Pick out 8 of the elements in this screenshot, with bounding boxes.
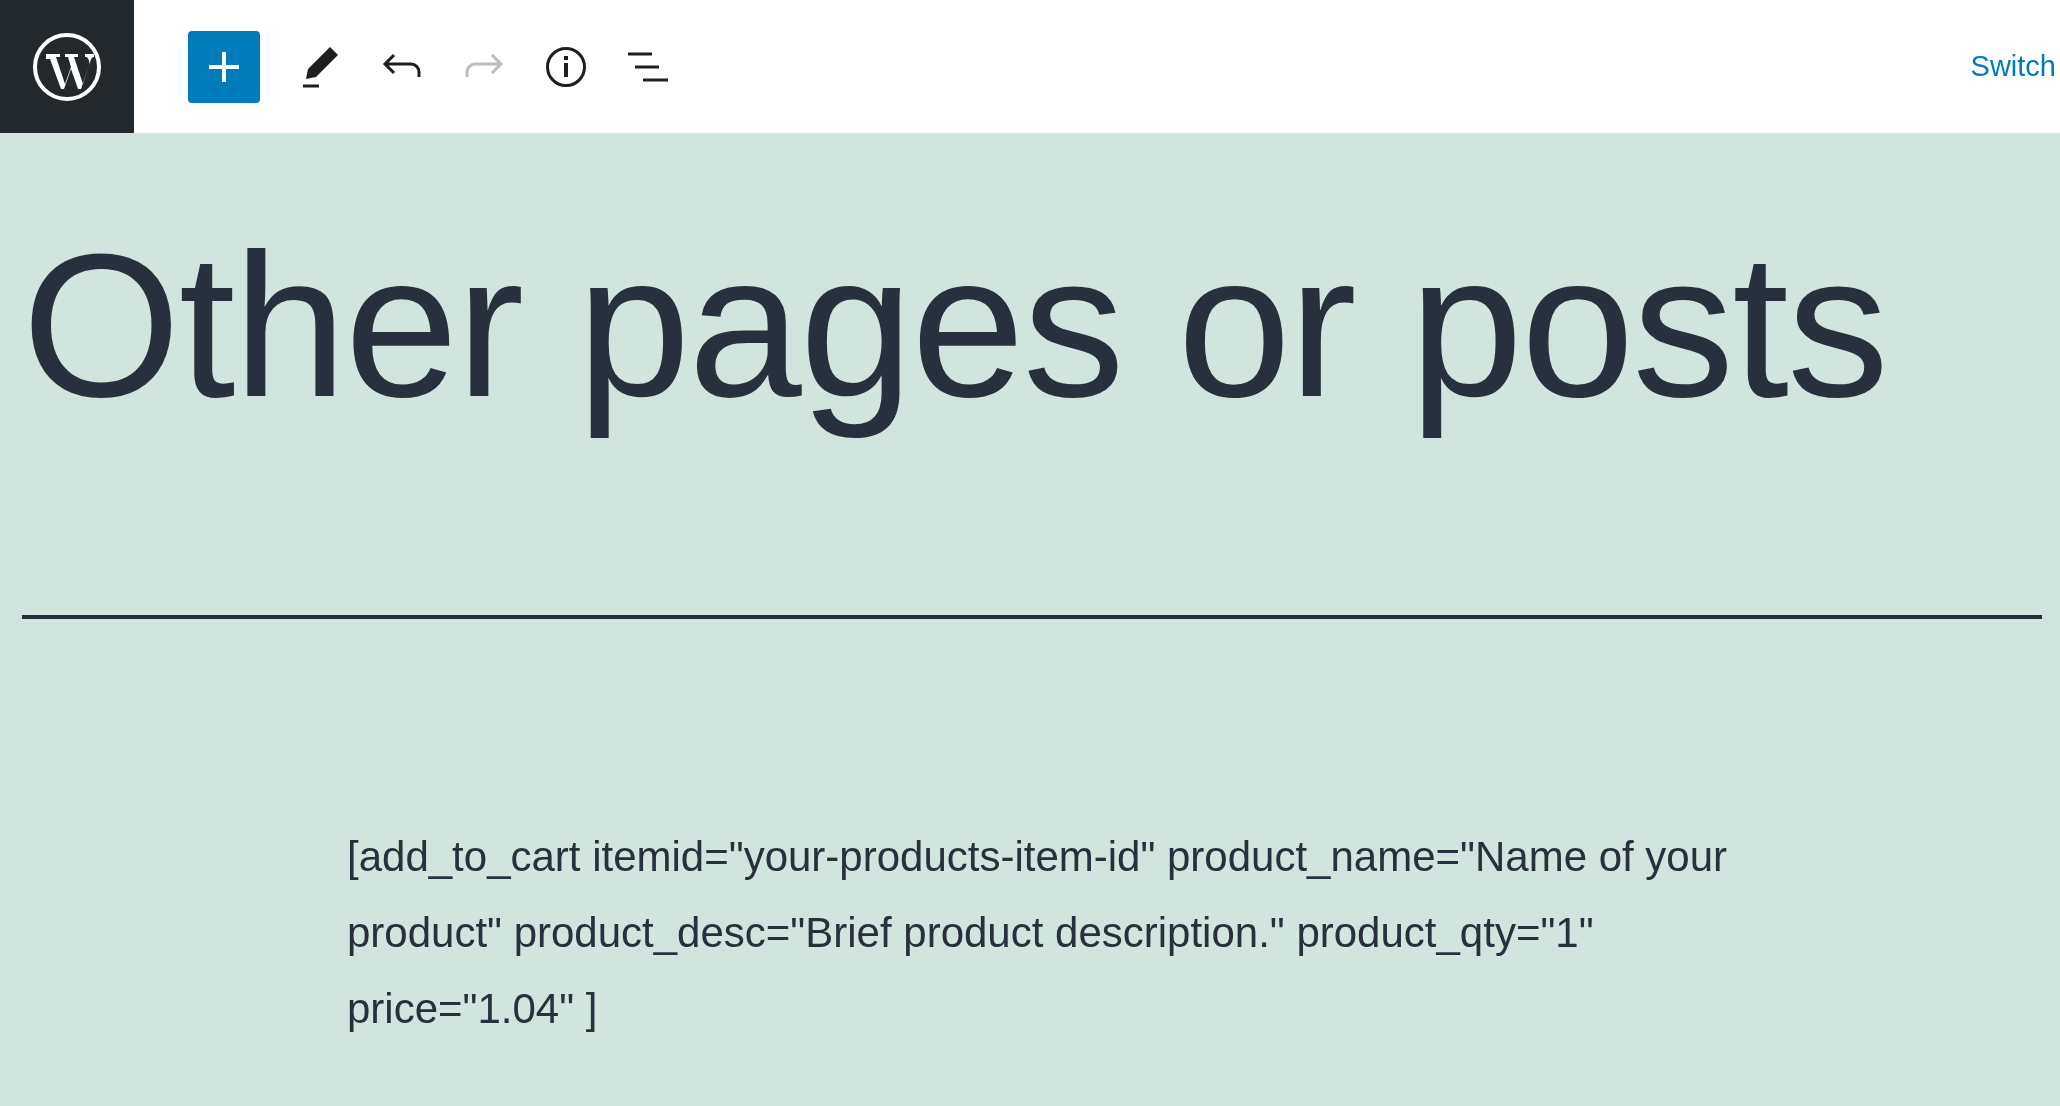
pencil-icon [300, 44, 340, 89]
add-block-button[interactable] [188, 30, 260, 103]
shortcode-paragraph: [add_to_cart itemid="your-products-item-id" product_name="Name of your product" product_desc="Brief product description." product_qty="1" price="1.04" ] [347, 832, 1729, 1034]
switch-link[interactable]: Switch [1970, 50, 2056, 83]
wordpress-logo-icon[interactable] [32, 31, 102, 102]
info-icon [545, 45, 587, 88]
page-heading: Other pages or posts [22, 210, 1889, 441]
details-button[interactable] [544, 44, 588, 89]
